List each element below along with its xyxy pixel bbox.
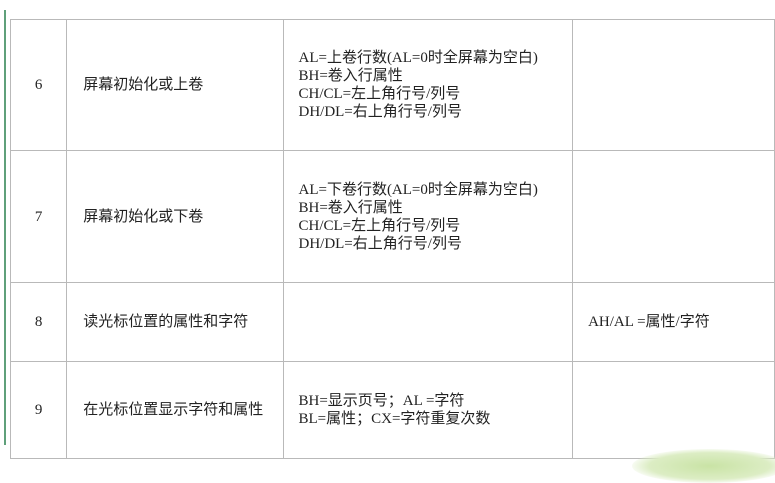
bios-int-function-table: 6 屏幕初始化或上卷 AL=上卷行数(AL=0时全屏幕为空白) BH=卷入行属性…	[9, 19, 775, 459]
input-param-line: AL=上卷行数(AL=0时全屏幕为空白)	[298, 50, 538, 66]
input-params-cell: AL=下卷行数(AL=0时全屏幕为空白) BH=卷入行属性 CH/CL=左上角行…	[283, 150, 574, 283]
input-param-line: BH=显示页号；AL =字符	[298, 393, 465, 409]
left-accent-bar	[4, 10, 6, 445]
table-row: 6 屏幕初始化或上卷 AL=上卷行数(AL=0时全屏幕为空白) BH=卷入行属性…	[9, 19, 775, 151]
function-number: 7	[9, 150, 68, 283]
table-row: 8 读光标位置的属性和字符 AH/AL =属性/字符	[9, 282, 775, 362]
function-number: 8	[9, 282, 68, 362]
input-param-line: BL=属性；CX=字符重复次数	[298, 411, 491, 427]
function-description: 屏幕初始化或上卷	[83, 77, 204, 93]
input-param-line: DH/DL=右上角行号/列号	[298, 235, 462, 252]
function-description: 读光标位置的属性和字符	[83, 314, 249, 330]
function-number: 9	[9, 361, 68, 459]
function-description: 在光标位置显示字符和属性	[83, 402, 264, 418]
input-params-cell: AL=上卷行数(AL=0时全屏幕为空白) BH=卷入行属性 CH/CL=左上角行…	[283, 19, 574, 151]
table-row: 9 在光标位置显示字符和属性 BH=显示页号；AL =字符 BL=属性；CX=字…	[9, 361, 775, 459]
output-params-cell	[572, 19, 775, 151]
input-param-line: BH=卷入行属性	[298, 68, 403, 84]
output-params-cell	[572, 361, 775, 459]
input-param-line: DH/DL=右上角行号/列号	[298, 104, 462, 120]
input-param-line: AL=下卷行数(AL=0时全屏幕为空白)	[298, 181, 538, 198]
input-param-line: CH/CL=左上角行号/列号	[298, 217, 461, 234]
function-number: 6	[9, 19, 68, 151]
input-param-line: CH/CL=左上角行号/列号	[298, 86, 461, 102]
output-params-cell	[572, 150, 775, 283]
input-params-cell	[283, 282, 574, 362]
output-params-cell: AH/AL =属性/字符	[572, 282, 775, 362]
decorative-green-shape	[632, 449, 775, 483]
input-param-line: BH=卷入行属性	[298, 199, 403, 216]
table-row: 7 屏幕初始化或下卷 AL=下卷行数(AL=0时全屏幕为空白) BH=卷入行属性…	[9, 150, 775, 283]
function-description: 屏幕初始化或下卷	[83, 208, 204, 225]
input-params-cell: BH=显示页号；AL =字符 BL=属性；CX=字符重复次数	[283, 361, 574, 459]
